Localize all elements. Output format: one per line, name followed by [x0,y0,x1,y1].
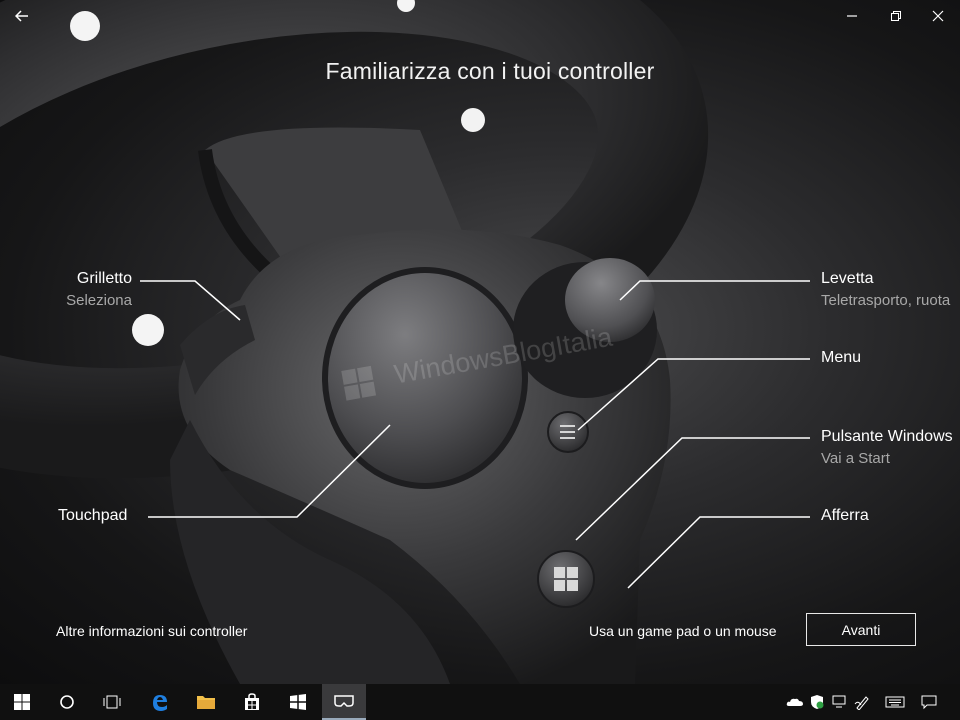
page-title: Familiarizza con i tuoi controller [325,58,655,84]
menu-label: Menu [821,349,862,366]
start-icon[interactable] [0,684,44,720]
task-view-icon[interactable] [90,684,134,720]
grilletto-description: Seleziona [66,292,132,309]
cortana-icon[interactable] [45,684,89,720]
led-dot [461,108,485,132]
edge-icon[interactable] [138,684,182,720]
pen-icon[interactable] [852,684,874,720]
levetta-label: Levetta [821,270,874,287]
led-dot [70,11,100,41]
windows-button-description: Vai a Start [821,450,890,467]
network-icon[interactable] [828,684,850,720]
more-info-link[interactable]: Altre informazioni sui controller [56,623,247,639]
controller-illustration [0,0,810,684]
led-dot [132,314,164,346]
keyboard-icon[interactable] [884,684,906,720]
afferra-label: Afferra [821,507,869,524]
windows-button [537,550,595,608]
defender-icon[interactable] [806,684,828,720]
levetta-description: Teletrasporto, ruota [821,292,951,309]
callout-line-afferra [627,516,810,589]
minimize-icon[interactable] [840,4,864,28]
onedrive-icon[interactable] [784,684,806,720]
notifications-icon[interactable] [918,684,940,720]
touchpad-label: Touchpad [58,507,128,524]
restore-icon[interactable] [884,4,908,28]
back-arrow-icon[interactable] [10,4,34,28]
windows-button-label: Pulsante Windows [821,428,953,445]
grilletto-label: Grilletto [76,270,132,287]
use-gamepad-or-mouse-link[interactable]: Usa un game pad o un mouse [589,623,777,639]
close-icon[interactable] [926,4,950,28]
next-button[interactable]: Avanti [806,613,916,646]
file-explorer-icon[interactable] [184,684,228,720]
mixed-reality-portal-icon[interactable] [322,684,366,720]
taskbar [0,684,960,720]
mixed-reality-app-window: WindowsBlogItalia Familiarizza con i tuo… [0,0,960,684]
store-icon[interactable] [230,684,274,720]
app-icon[interactable] [276,684,320,720]
